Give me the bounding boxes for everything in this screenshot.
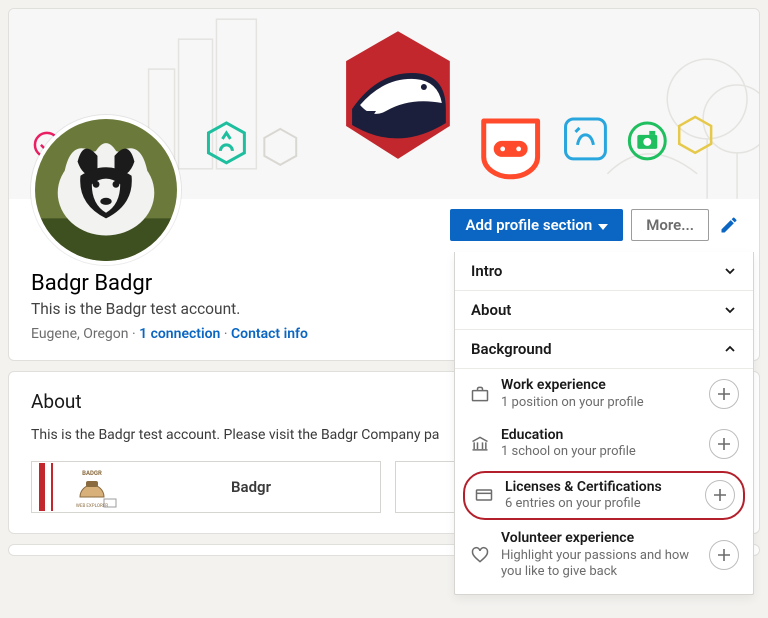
briefcase-icon	[469, 383, 491, 405]
dropdown-about-label: About	[471, 301, 511, 319]
heart-icon	[469, 544, 491, 566]
work-title: Work experience	[501, 377, 699, 395]
profile-location: Eugene, Oregon	[31, 326, 128, 342]
certificate-icon	[473, 484, 495, 506]
plus-icon	[717, 437, 731, 451]
background-item-volunteer[interactable]: Volunteer experience Highlight your pass…	[455, 522, 753, 594]
background-item-education[interactable]: Education 1 school on your profile	[455, 419, 753, 469]
dropdown-background-label: Background	[471, 340, 552, 358]
add-work-button[interactable]	[709, 379, 739, 409]
chip-label: Badgr	[122, 478, 380, 496]
education-sub: 1 school on your profile	[501, 444, 699, 460]
work-sub: 1 position on your profile	[501, 395, 699, 411]
plus-icon	[717, 387, 731, 401]
featured-chip[interactable]: BADGR WEB EXPLORER Badgr	[31, 461, 381, 513]
dropdown-row-background[interactable]: Background	[455, 330, 753, 369]
licenses-sub: 6 entries on your profile	[505, 496, 695, 512]
add-licenses-button[interactable]	[705, 480, 735, 510]
add-section-dropdown: Intro About Background Work experience 1…	[454, 252, 754, 595]
chevron-down-icon	[723, 264, 737, 278]
background-item-licenses[interactable]: Licenses & Certifications 6 entries on y…	[463, 471, 745, 521]
add-volunteer-button[interactable]	[709, 540, 739, 570]
dropdown-row-about[interactable]: About	[455, 291, 753, 330]
chevron-down-icon	[723, 303, 737, 317]
institution-icon	[469, 433, 491, 455]
dropdown-row-intro[interactable]: Intro	[455, 252, 753, 291]
chip-logo: BADGR WEB EXPLORER	[32, 462, 122, 512]
badgr-logo-icon: BADGR WEB EXPLORER	[36, 463, 118, 511]
svg-text:WEB EXPLORER: WEB EXPLORER	[76, 503, 108, 509]
contact-info-link[interactable]: Contact info	[231, 326, 308, 342]
volunteer-title: Volunteer experience	[501, 530, 699, 548]
chevron-up-icon	[723, 342, 737, 356]
featured-chip-partial[interactable]	[395, 461, 455, 513]
plus-icon	[713, 488, 727, 502]
background-item-work[interactable]: Work experience 1 position on your profi…	[455, 369, 753, 419]
connections-link[interactable]: 1 connection	[139, 326, 220, 342]
volunteer-sub: Highlight your passions and how you like…	[501, 548, 699, 581]
licenses-title: Licenses & Certifications	[505, 479, 695, 497]
education-title: Education	[501, 427, 699, 445]
svg-text:BADGR: BADGR	[82, 470, 102, 477]
dropdown-intro-label: Intro	[471, 262, 502, 280]
plus-icon	[717, 548, 731, 562]
add-education-button[interactable]	[709, 429, 739, 459]
